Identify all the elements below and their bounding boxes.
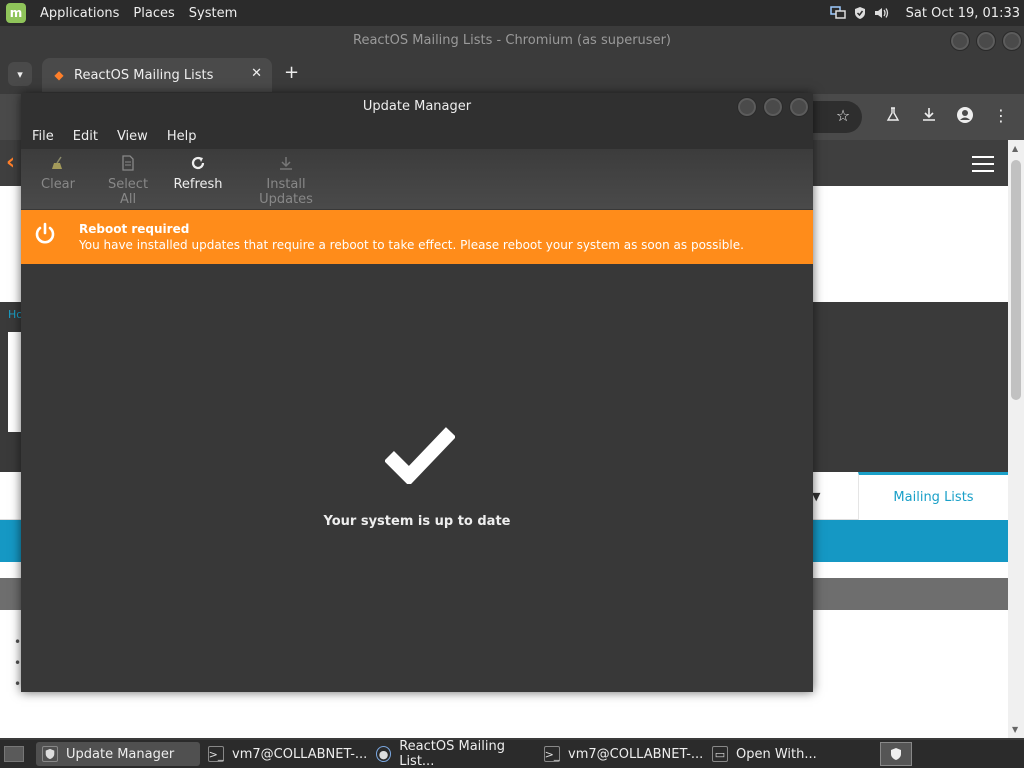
panel-menu: m Applications Places System	[0, 0, 237, 26]
up-to-date-status: Your system is up to date	[323, 514, 511, 529]
terminal-icon: >_	[208, 746, 224, 762]
task-label: vm7@COLLABNET-...	[568, 746, 704, 762]
install-updates-button[interactable]: Install Updates	[241, 155, 331, 207]
reboot-required-banner: Reboot required You have installed updat…	[21, 210, 813, 264]
hamburger-menu-icon[interactable]	[972, 156, 994, 172]
browser-titlebar[interactable]: ReactOS Mailing Lists - Chromium (as sup…	[0, 26, 1024, 56]
places-menu[interactable]: Places	[133, 6, 174, 21]
document-icon	[99, 155, 157, 177]
um-maximize-button[interactable]	[763, 97, 783, 117]
task-update-manager[interactable]: Update Manager	[36, 742, 200, 766]
window-icon: ▭	[712, 746, 728, 762]
task-terminal-2[interactable]: >_ vm7@COLLABNET-...	[538, 742, 704, 766]
top-panel: m Applications Places System Sat Oct 19,…	[0, 0, 1024, 26]
profile-icon[interactable]	[955, 106, 975, 128]
power-icon	[33, 222, 57, 246]
select-all-button[interactable]: Select All	[99, 155, 157, 207]
broom-icon	[41, 155, 75, 177]
show-desktop-icon[interactable]	[4, 746, 24, 762]
maximize-button[interactable]	[976, 31, 996, 51]
dropdown-arrow-icon[interactable]: ▼	[812, 490, 820, 503]
task-label: vm7@COLLABNET-...	[232, 746, 368, 762]
page-scrollbar[interactable]: ▲ ▼	[1008, 140, 1024, 738]
menu-file[interactable]: File	[32, 129, 54, 144]
update-list-area: Your system is up to date	[21, 264, 813, 692]
menu-edit[interactable]: Edit	[73, 129, 98, 144]
browser-tab[interactable]: ◆ ReactOS Mailing Lists ✕	[42, 58, 272, 92]
reboot-message: You have installed updates that require …	[79, 238, 744, 252]
task-label: Update Manager	[66, 746, 175, 762]
scroll-up-icon[interactable]: ▲	[1012, 144, 1018, 153]
install-updates-label: Install Updates	[259, 177, 313, 207]
update-shield-tray-icon[interactable]	[880, 742, 912, 766]
menu-help[interactable]: Help	[167, 129, 197, 144]
install-download-icon	[241, 155, 331, 177]
scroll-thumb[interactable]	[1011, 160, 1021, 400]
browser-window-title: ReactOS Mailing Lists - Chromium (as sup…	[353, 33, 671, 48]
checkmark-icon	[384, 424, 457, 487]
applications-menu[interactable]: Applications	[40, 6, 119, 21]
update-manager-window: Update Manager File Edit View Help Clear…	[21, 93, 813, 692]
task-open-with[interactable]: ▭ Open With...	[706, 742, 872, 766]
chromium-icon: ●	[376, 746, 392, 762]
terminal-icon: >_	[544, 746, 560, 762]
task-label: ReactOS Mailing List...	[399, 739, 505, 768]
refresh-icon	[173, 155, 223, 177]
taskbar: Update Manager >_ vm7@COLLABNET-... ● Re…	[0, 739, 1024, 768]
browser-tabbar: ▾ ◆ ReactOS Mailing Lists ✕ +	[0, 56, 1024, 94]
labs-flask-icon[interactable]	[883, 106, 903, 126]
kebab-menu-icon[interactable]: ⋮	[991, 106, 1011, 125]
menu-view[interactable]: View	[117, 129, 148, 144]
update-manager-menubar: File Edit View Help	[21, 123, 813, 149]
minimize-button[interactable]	[950, 31, 970, 51]
network-icon[interactable]	[829, 6, 846, 20]
update-manager-title: Update Manager	[362, 99, 472, 114]
new-tab-button[interactable]: +	[284, 62, 299, 83]
tab-close-icon[interactable]: ✕	[251, 66, 262, 81]
bookmark-star-icon[interactable]: ☆	[833, 106, 853, 125]
um-close-button[interactable]	[789, 97, 809, 117]
update-manager-window-controls	[737, 97, 809, 117]
tab-title: ReactOS Mailing Lists	[74, 67, 214, 83]
shield-icon[interactable]	[852, 6, 868, 20]
clear-button[interactable]: Clear	[41, 155, 75, 192]
refresh-button[interactable]: Refresh	[173, 155, 223, 192]
refresh-label: Refresh	[173, 177, 223, 192]
volume-icon[interactable]	[874, 6, 890, 20]
system-tray: Sat Oct 19, 01:33	[829, 0, 1024, 26]
close-button[interactable]	[1002, 31, 1022, 51]
download-icon[interactable]	[919, 106, 939, 126]
task-chromium[interactable]: ● ReactOS Mailing List...	[370, 739, 536, 768]
clock[interactable]: Sat Oct 19, 01:33	[906, 6, 1020, 21]
tab-search-chevron-icon[interactable]: ▾	[8, 62, 32, 86]
select-all-label: Select All	[107, 177, 149, 207]
update-manager-titlebar[interactable]: Update Manager	[21, 93, 813, 123]
scroll-down-icon[interactable]: ▼	[1012, 725, 1018, 734]
sketch-image	[8, 332, 22, 432]
task-label: Open With...	[736, 746, 817, 762]
mint-menu-icon[interactable]: m	[6, 3, 26, 23]
reboot-title: Reboot required	[79, 222, 190, 236]
system-menu[interactable]: System	[189, 6, 237, 21]
um-minimize-button[interactable]	[737, 97, 757, 117]
browser-window-controls	[950, 31, 1022, 51]
reactos-favicon-icon: ◆	[54, 68, 64, 82]
shield-app-icon	[42, 746, 58, 762]
clear-label: Clear	[41, 177, 75, 192]
mailing-lists-tab[interactable]: Mailing Lists	[858, 472, 1008, 520]
update-manager-toolbar: Clear Select All Refresh Install Updates	[21, 149, 813, 209]
task-terminal-1[interactable]: >_ vm7@COLLABNET-...	[202, 742, 368, 766]
